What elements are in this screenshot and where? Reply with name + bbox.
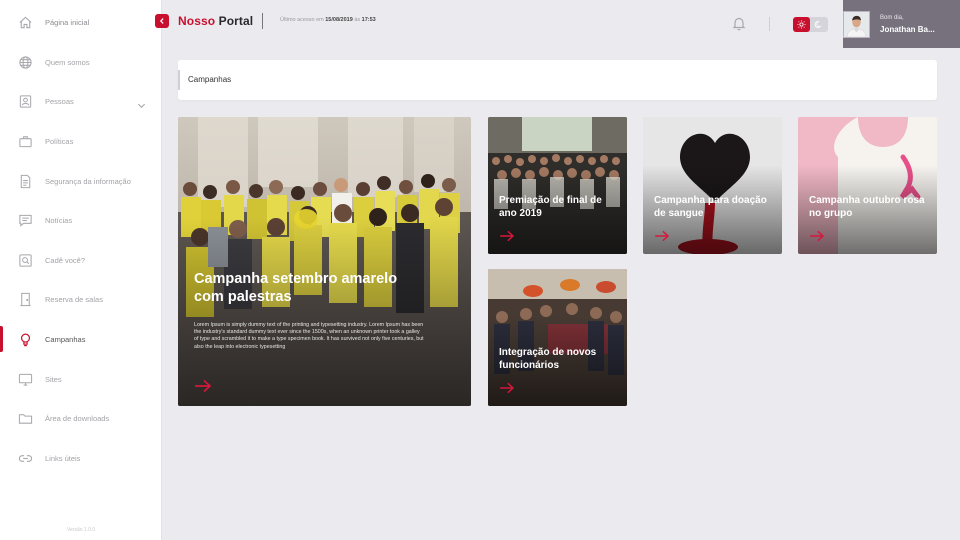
briefcase-icon — [18, 134, 33, 149]
bell-icon[interactable] — [731, 15, 747, 31]
collapse-sidebar-button[interactable] — [155, 14, 169, 28]
sidebar-item-campanhas[interactable]: Campanhas — [0, 322, 162, 356]
sidebar-item-pagina-inicial[interactable]: Página inicial — [0, 5, 162, 39]
sidebar-item-downloads[interactable]: Área de downloads — [0, 401, 162, 435]
header-divider — [769, 17, 770, 31]
greeting: Bom dia, — [880, 15, 904, 21]
chevron-left-icon — [159, 18, 164, 24]
card-description: Lorem Ipsum is simply dummy text of the … — [194, 322, 424, 350]
sidebar: Página inicial Quem somos Pessoas Políti… — [0, 0, 162, 540]
card-overlay — [178, 117, 471, 406]
lightbulb-icon — [18, 332, 33, 347]
sidebar-item-label: Pessoas — [45, 96, 74, 106]
last-access-date: 15/08/2019 — [325, 17, 353, 23]
arrow-right-icon[interactable] — [499, 382, 515, 394]
last-access-time: 17:53 — [361, 17, 376, 23]
sidebar-item-label: Notícias — [45, 215, 73, 225]
sidebar-item-links-uteis[interactable]: Links úteis — [0, 441, 162, 475]
sidebar-item-politicas[interactable]: Políticas — [0, 124, 162, 158]
chevron-down-icon[interactable] — [137, 97, 146, 108]
campaign-card-premiacao[interactable]: Premiação de final de ano 2019 — [488, 117, 627, 254]
globe-icon — [18, 55, 33, 70]
sidebar-item-label: Links úteis — [45, 453, 81, 463]
search-icon — [18, 253, 33, 268]
sidebar-item-label: Segurança da informação — [45, 176, 131, 186]
folder-icon — [18, 411, 33, 426]
user-menu[interactable]: Bom dia, Jonathan Ba... — [843, 0, 960, 48]
sidebar-item-label: Área de downloads — [45, 413, 110, 423]
sidebar-item-label: Sites — [45, 374, 62, 384]
brand-part1: Nosso — [178, 14, 216, 28]
theme-toggle[interactable] — [793, 17, 828, 32]
sidebar-item-pessoas[interactable]: Pessoas — [0, 84, 162, 118]
person-icon — [18, 94, 33, 109]
card-title: Campanha para doação de sangue — [654, 195, 767, 219]
breadcrumb: Campanhas — [178, 60, 937, 100]
card-title: Premiação de final de ano 2019 — [499, 195, 602, 219]
sidebar-item-label: Página inicial — [45, 17, 90, 27]
home-icon — [18, 15, 33, 30]
last-access-mid: às — [354, 17, 361, 23]
last-access-prefix: Último acesso em — [280, 17, 324, 23]
sidebar-item-reserva-salas[interactable]: Reserva de salas — [0, 282, 162, 316]
last-access-info: Último acesso em 15/08/2019 às 17:53 — [280, 17, 376, 23]
header-divider — [262, 13, 263, 29]
door-icon — [18, 292, 33, 307]
sidebar-item-quem-somos[interactable]: Quem somos — [0, 45, 162, 79]
card-title: Campanha setembro amarelo com palestras — [194, 271, 398, 305]
sidebar-item-noticias[interactable]: Notícias — [0, 203, 162, 237]
arrow-right-icon[interactable] — [654, 230, 670, 242]
moon-icon[interactable] — [811, 17, 826, 32]
sidebar-item-cade-voce[interactable]: Cadê você? — [0, 243, 162, 277]
card-title: Integração de novos funcionários — [499, 347, 597, 371]
chat-icon — [18, 213, 33, 228]
sidebar-item-label: Políticas — [45, 136, 74, 146]
version-label: Versão 1.0.0 — [66, 527, 96, 533]
link-icon — [18, 451, 33, 466]
card-title: Campanha outubro rosa no grupo — [809, 195, 925, 219]
sidebar-item-seguranca[interactable]: Segurança da informação — [0, 164, 162, 198]
sidebar-item-label: Cadê você? — [45, 255, 86, 265]
sidebar-item-label: Reserva de salas — [45, 294, 103, 304]
brand-logo[interactable]: Nosso Portal — [178, 14, 253, 28]
monitor-icon — [18, 372, 33, 387]
document-icon — [18, 174, 33, 189]
brand-part2: Portal — [218, 14, 254, 28]
avatar[interactable] — [843, 11, 870, 38]
arrow-right-icon[interactable] — [809, 230, 825, 242]
campaign-card-integracao[interactable]: Integração de novos funcionários — [488, 269, 627, 406]
campaign-card-setembro-amarelo[interactable]: Campanha setembro amarelo com palestras … — [178, 117, 471, 406]
campaign-card-outubro-rosa[interactable]: Campanha outubro rosa no grupo — [798, 117, 937, 254]
arrow-right-icon[interactable] — [194, 379, 212, 393]
sidebar-item-label: Quem somos — [45, 57, 90, 67]
sidebar-item-sites[interactable]: Sites — [0, 362, 162, 396]
sun-icon[interactable] — [793, 17, 810, 32]
user-name: Jonathan Ba... — [880, 25, 935, 34]
breadcrumb-current: Campanhas — [188, 75, 232, 84]
campaign-card-doacao-sangue[interactable]: Campanha para doação de sangue — [643, 117, 782, 254]
arrow-right-icon[interactable] — [499, 230, 515, 242]
sidebar-item-label: Campanhas — [45, 334, 86, 344]
